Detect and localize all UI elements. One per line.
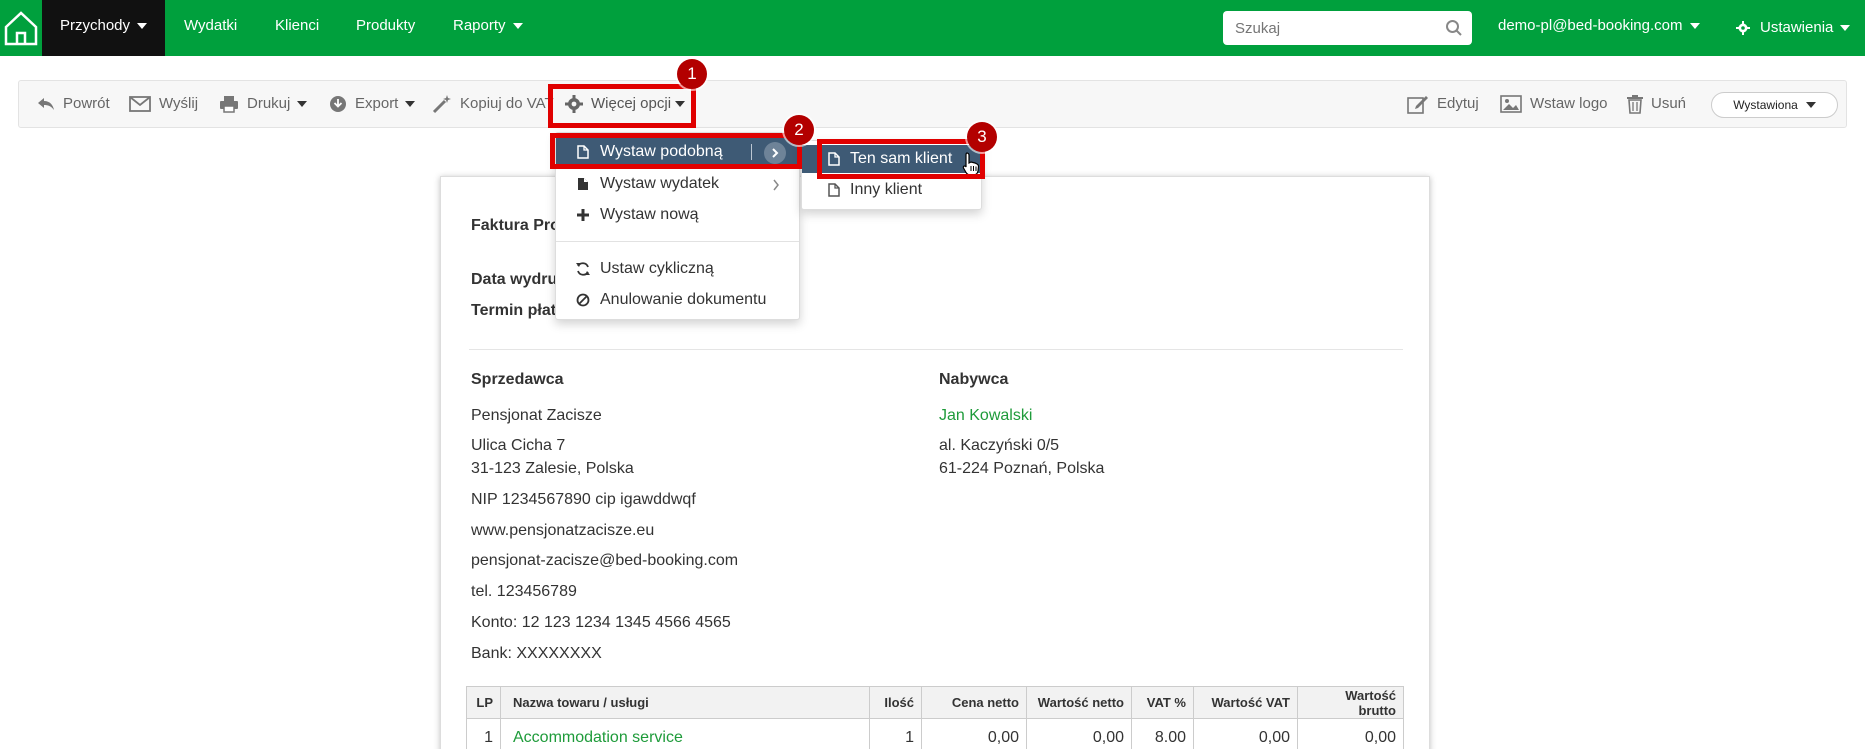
caret-down-icon xyxy=(297,101,308,107)
settings-menu[interactable]: Ustawienia xyxy=(1736,0,1851,56)
insert-logo-button[interactable]: Wstaw logo xyxy=(1500,81,1608,127)
seller-account: Konto: 12 123 1234 1345 4566 4565 xyxy=(471,614,731,631)
highlight-box-1 xyxy=(548,84,696,128)
export-button[interactable]: Export xyxy=(329,81,416,127)
trash-icon xyxy=(1627,94,1643,114)
delete-button[interactable]: Usuń xyxy=(1627,81,1686,127)
seller-name: Pensjonat Zacisze xyxy=(471,407,602,424)
col-name: Nazwa towaru / usługi xyxy=(500,686,870,719)
annotation-badge-3: 3 xyxy=(967,122,997,152)
table-row: 1 Accommodation service 1 0,00 0,00 8.00… xyxy=(466,718,1404,749)
nav-przychody[interactable]: Przychody xyxy=(42,0,166,56)
caret-down-icon xyxy=(1840,25,1851,31)
search-input[interactable] xyxy=(1235,11,1435,45)
buyer-city: 61-224 Poznań, Polska xyxy=(939,460,1105,477)
menu-item-cancel-document[interactable]: Anulowanie dokumentu xyxy=(556,286,799,314)
seller-city: 31-123 Zalesie, Polska xyxy=(471,460,634,477)
image-icon xyxy=(1500,95,1522,113)
nav-raporty[interactable]: Raporty xyxy=(453,0,523,56)
seller-heading: Sprzedawca xyxy=(471,371,564,388)
copy-to-vat-button[interactable]: Kopiuj do VAT xyxy=(432,81,554,127)
caret-down-icon xyxy=(1689,23,1700,30)
seller-www: www.pensjonatzacisze.eu xyxy=(471,522,655,539)
download-icon xyxy=(330,96,346,112)
col-gross-value: Wartość brutto xyxy=(1297,686,1404,719)
issue-date-label: Data wydru xyxy=(471,271,558,288)
menu-divider xyxy=(556,241,799,242)
ban-icon xyxy=(566,293,600,307)
annotation-badge-1: 1 xyxy=(677,59,707,89)
buyer-name-link[interactable]: Jan Kowalski xyxy=(939,407,1032,425)
file-solid-icon xyxy=(566,177,600,191)
print-icon xyxy=(220,96,238,113)
cell-vat-value: 0,00 xyxy=(1193,718,1298,749)
status-dropdown[interactable]: Wystawiona xyxy=(1711,92,1838,118)
edit-button[interactable]: Edytuj xyxy=(1407,81,1479,127)
back-button[interactable]: Powrót xyxy=(37,81,110,127)
buyer-street: al. Kaczyński 0/5 xyxy=(939,437,1060,454)
cell-net-price: 0,00 xyxy=(921,718,1027,749)
cell-qty: 1 xyxy=(869,718,922,749)
cell-item-name-link[interactable]: Accommodation service xyxy=(500,718,870,749)
nav-wydatki[interactable]: Wydatki xyxy=(184,0,237,56)
edit-icon xyxy=(1407,96,1428,114)
submenu-item-other-client[interactable]: Inny klient xyxy=(802,176,981,204)
caret-down-icon xyxy=(137,23,148,30)
cell-vat-rate: 8.00 xyxy=(1131,718,1194,749)
seller-email: pensjonat-zacisze@bed-booking.com xyxy=(471,552,739,569)
send-button[interactable]: Wyślij xyxy=(129,81,198,127)
document-title: Faktura Pro xyxy=(471,217,560,234)
menu-item-issue-expense[interactable]: Wystaw wydatek xyxy=(556,170,799,198)
annotation-badge-2: 2 xyxy=(784,115,814,145)
due-date-label: Termin płat xyxy=(471,302,557,319)
search-box xyxy=(1223,11,1472,45)
highlight-box-2 xyxy=(550,133,802,169)
user-menu[interactable]: demo-pl@bed-booking.com xyxy=(1498,0,1700,56)
col-vat-value: Wartość VAT xyxy=(1193,686,1298,719)
file-icon xyxy=(828,183,840,197)
home-button[interactable] xyxy=(0,0,42,56)
col-vat-rate: VAT % xyxy=(1131,686,1194,719)
seller-bank: Bank: XXXXXXXX xyxy=(471,645,602,662)
caret-down-icon xyxy=(405,101,416,107)
col-lp: LP xyxy=(466,686,501,719)
col-qty: Ilość xyxy=(869,686,922,719)
nav-klienci[interactable]: Klienci xyxy=(275,0,319,56)
divider xyxy=(469,349,1403,350)
caret-down-icon xyxy=(1805,102,1816,108)
document-toolbar: Powrót Wyślij Drukuj Export Kopiuj do VA… xyxy=(18,80,1847,128)
reply-icon xyxy=(38,98,54,110)
chevron-right-icon[interactable] xyxy=(772,179,780,191)
cell-net-value: 0,00 xyxy=(1026,718,1132,749)
menu-item-issue-new[interactable]: Wystaw nową xyxy=(556,201,799,229)
cell-gross-value: 0,00 xyxy=(1297,718,1404,749)
col-net-value: Wartość netto xyxy=(1026,686,1132,719)
cell-lp: 1 xyxy=(466,718,501,749)
home-icon xyxy=(4,11,38,46)
buyer-heading: Nabywca xyxy=(939,371,1009,388)
search-icon[interactable] xyxy=(1445,19,1463,37)
nav-produkty[interactable]: Produkty xyxy=(356,0,415,56)
gear-icon xyxy=(1736,21,1750,35)
top-navbar: Przychody Wydatki Klienci Produkty Rapor… xyxy=(0,0,1865,56)
menu-item-set-recurring[interactable]: Ustaw cykliczną xyxy=(556,255,799,283)
plus-icon xyxy=(566,209,600,221)
print-button[interactable]: Drukuj xyxy=(219,81,308,127)
items-table: LP Nazwa towaru / usługi Ilość Cena nett… xyxy=(466,686,1404,749)
seller-nip: NIP 1234567890 cip igawddwqf xyxy=(471,491,696,508)
caret-down-icon xyxy=(512,23,523,30)
table-header-row: LP Nazwa towaru / usługi Ilość Cena nett… xyxy=(466,686,1404,719)
refresh-icon xyxy=(566,262,600,276)
seller-street: Ulica Cicha 7 xyxy=(471,437,566,454)
magic-wand-icon xyxy=(432,95,451,114)
seller-phone: tel. 123456789 xyxy=(471,583,577,600)
highlight-box-3 xyxy=(817,139,985,179)
envelope-icon xyxy=(129,96,151,112)
col-net-price: Cena netto xyxy=(921,686,1027,719)
